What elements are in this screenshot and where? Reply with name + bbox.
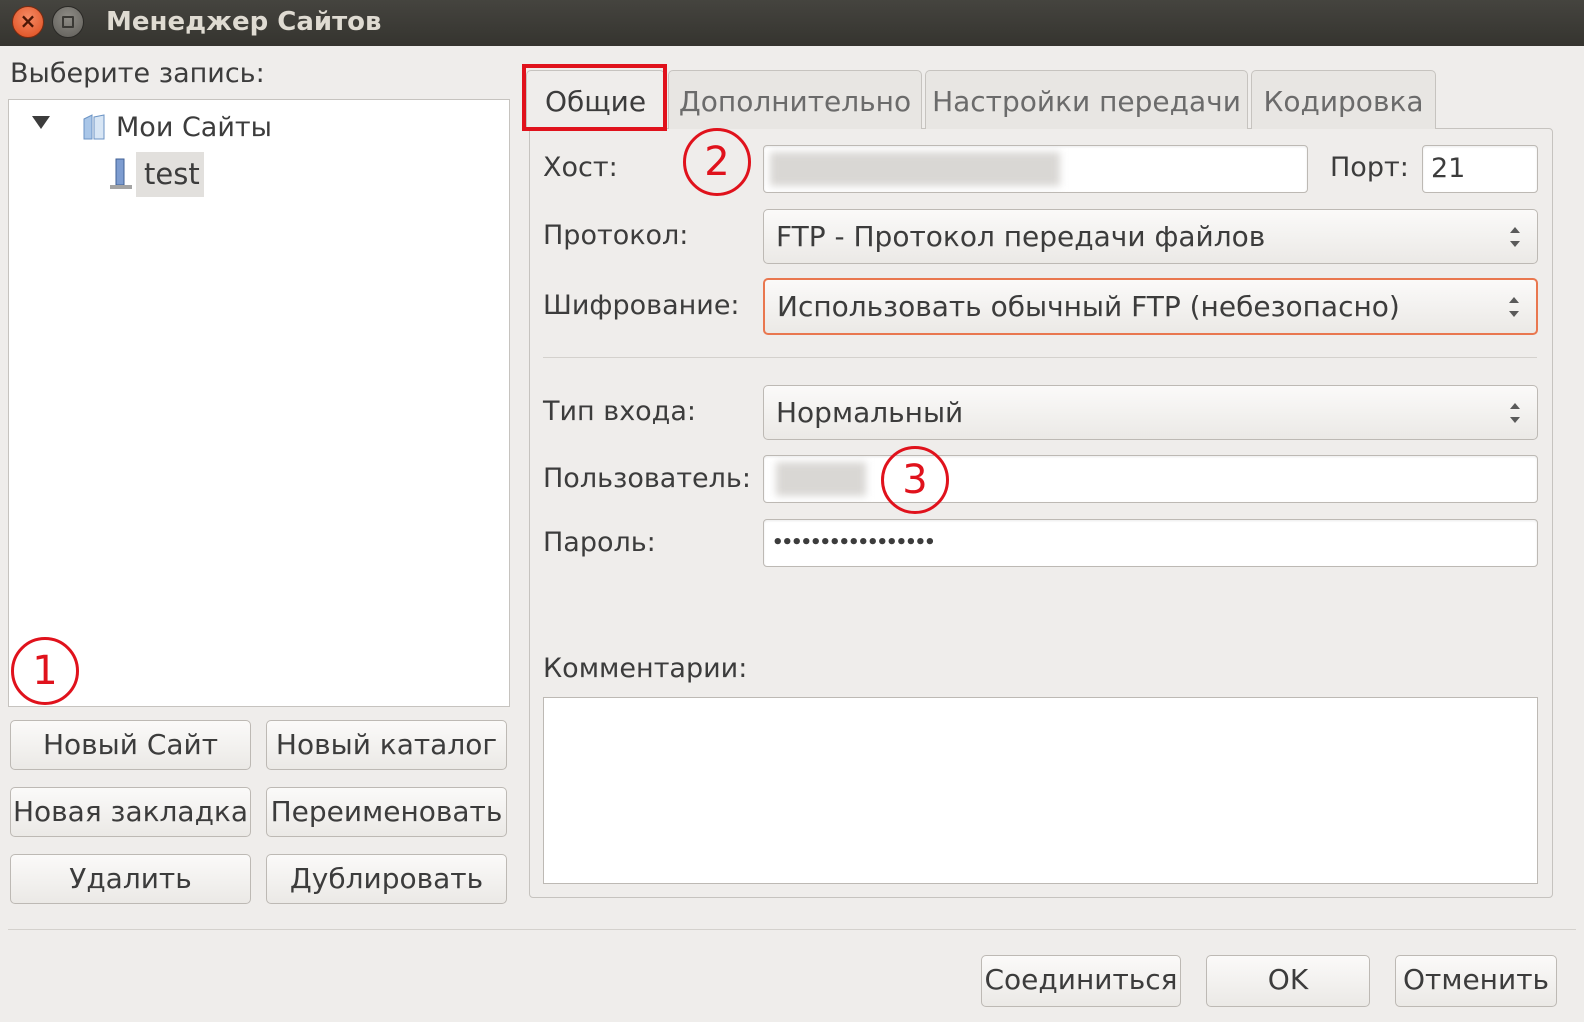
comments-label: Комментарии: [543,653,748,684]
port-label: Порт: [1330,152,1409,183]
select-entry-label: Выберите запись: [10,58,265,89]
separator [543,357,1537,358]
protocol-value: FTP - Протокол передачи файлов [776,220,1266,253]
user-label: Пользователь: [543,463,751,494]
updown-arrows-icon [1509,297,1519,317]
close-window-button[interactable]: × [12,6,44,38]
annotation-1: 1 [11,637,79,705]
site-icon [110,158,132,189]
encryption-label: Шифрование: [543,290,740,321]
new-folder-button[interactable]: Новый каталог [266,720,507,770]
tab-advanced[interactable]: Дополнительно [668,70,922,129]
site-tree[interactable] [8,99,510,707]
tab-charset[interactable]: Кодировка [1251,70,1436,129]
user-redacted [776,462,866,496]
tab-transfer-settings[interactable]: Настройки передачи [925,70,1248,129]
updown-arrows-icon [1510,227,1520,247]
maximize-icon [62,16,74,28]
new-site-button[interactable]: Новый Сайт [10,720,251,770]
ok-button[interactable]: OK [1206,955,1370,1007]
password-input[interactable]: ••••••••••••••••• [763,519,1538,567]
tree-item-test[interactable]: test [144,157,200,191]
cancel-button[interactable]: Отменить [1395,955,1557,1007]
host-input[interactable] [763,145,1308,193]
folder-icon [83,114,105,140]
rename-button[interactable]: Переименовать [266,787,507,837]
logon-type-label: Тип входа: [543,396,696,427]
protocol-label: Протокол: [543,220,689,251]
port-input[interactable]: 21 [1422,145,1538,193]
logon-type-select[interactable]: Нормальный [763,385,1538,440]
protocol-select[interactable]: FTP - Протокол передачи файлов [763,209,1538,264]
host-redacted [770,152,1060,186]
updown-arrows-icon [1510,403,1520,423]
annotation-2: 2 [683,128,751,196]
connect-button[interactable]: Соединиться [981,955,1181,1007]
host-label: Хост: [543,152,618,183]
window-title: Менеджер Сайтов [106,7,382,37]
tree-expand-arrow-icon[interactable] [32,116,50,129]
tab-general-annotation-box [522,64,667,131]
maximize-window-button[interactable] [52,6,84,38]
password-label: Пароль: [543,527,656,558]
new-bookmark-button[interactable]: Новая закладка [10,787,251,837]
bottom-separator [8,929,1576,930]
duplicate-button[interactable]: Дублировать [266,854,507,904]
annotation-3: 3 [881,446,949,514]
logon-type-value: Нормальный [776,396,964,429]
delete-button[interactable]: Удалить [10,854,251,904]
comments-textarea[interactable] [543,697,1538,884]
user-input[interactable] [763,455,1538,503]
tree-root-label[interactable]: Мои Сайты [116,112,272,143]
encryption-value: Использовать обычный FTP (небезопасно) [777,290,1400,323]
encryption-select[interactable]: Использовать обычный FTP (небезопасно) [763,278,1538,335]
